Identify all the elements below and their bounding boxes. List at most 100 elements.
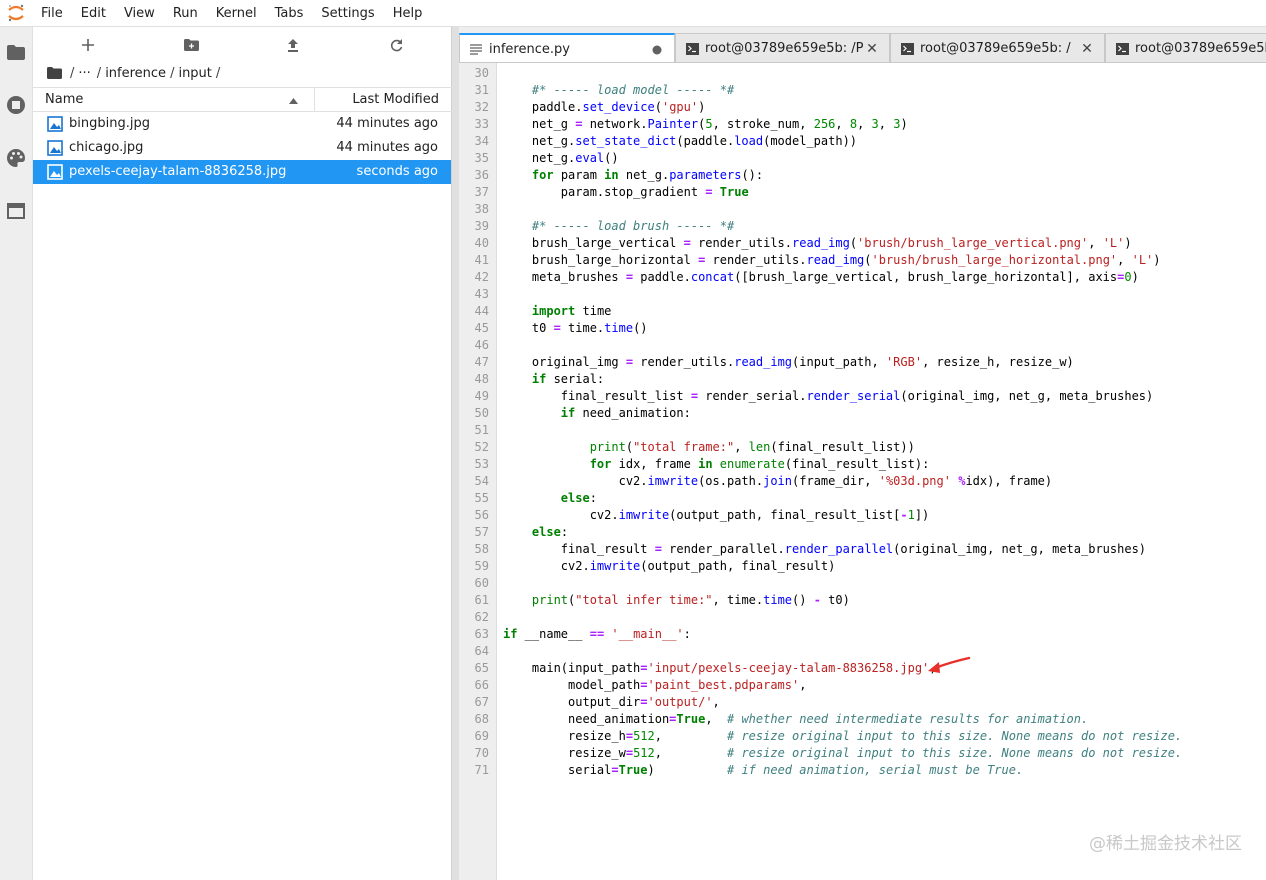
line-number: 40 (474, 236, 489, 250)
sort-ascending-icon[interactable] (289, 93, 298, 108)
code-line[interactable]: 60 (475, 575, 1266, 592)
tab-terminal-paint[interactable]: root@03789e659e5b: /Paint ✕ (675, 33, 890, 62)
breadcrumb-ellipsis[interactable]: ··· (78, 66, 90, 81)
code-line[interactable]: 52 print("total frame:", len(final_resul… (475, 439, 1266, 456)
code-line[interactable]: 54 cv2.imwrite(os.path.join(frame_dir, '… (475, 473, 1266, 490)
code-line[interactable]: 36 for param in net_g.parameters(): (475, 167, 1266, 184)
watermark: @稀土掘金技术社区 (1089, 834, 1242, 854)
upload-icon[interactable] (282, 34, 304, 56)
code-line[interactable]: 59 cv2.imwrite(output_path, final_result… (475, 558, 1266, 575)
code-line[interactable]: 67 output_dir='output/', (475, 694, 1266, 711)
code-line[interactable]: 35 net_g.eval() (475, 150, 1266, 167)
column-header-name[interactable]: Name (45, 92, 83, 107)
code-line[interactable]: 58 final_result = render_parallel.render… (475, 541, 1266, 558)
line-number: 30 (474, 66, 489, 80)
breadcrumb-root[interactable]: / (70, 66, 74, 81)
text-file-icon (469, 43, 483, 57)
line-number: 31 (474, 83, 489, 97)
close-icon[interactable]: ✕ (1078, 40, 1096, 58)
code-line[interactable]: 55 else: (475, 490, 1266, 507)
file-row-chicago[interactable]: chicago.jpg 44 minutes ago (33, 136, 451, 160)
jupyter-logo-icon[interactable] (0, 0, 32, 27)
tab-terminal-root-2[interactable]: root@03789e659e5b: / (1105, 33, 1266, 62)
code-line[interactable]: 49 final_result_list = render_serial.ren… (475, 388, 1266, 405)
tabs-icon[interactable] (5, 200, 27, 222)
column-divider[interactable] (314, 88, 315, 111)
line-number: 45 (474, 321, 489, 335)
line-number: 46 (474, 338, 489, 352)
line-text: original_img = render_utils.read_img(inp… (503, 355, 1074, 369)
code-line[interactable]: 32 paddle.set_device('gpu') (475, 99, 1266, 116)
tab-inference-py[interactable]: inference.py (459, 33, 675, 62)
line-text: for param in net_g.parameters(): (531, 168, 764, 182)
code-line[interactable]: 33 net_g = network.Painter(5, stroke_num… (475, 116, 1266, 133)
code-line[interactable]: 48 if serial: (475, 371, 1266, 388)
menu-view[interactable]: View (115, 0, 164, 27)
code-line[interactable]: 56 cv2.imwrite(output_path, final_result… (475, 507, 1266, 524)
code-line[interactable]: 34 net_g.set_state_dict(paddle.load(mode… (475, 133, 1266, 150)
new-folder-icon[interactable] (180, 34, 202, 56)
code-line[interactable]: 69 resize_h=512, # resize original input… (475, 728, 1266, 745)
image-file-icon (47, 164, 63, 180)
code-line[interactable]: 47 original_img = render_utils.read_img(… (475, 354, 1266, 371)
panel-splitter[interactable] (452, 27, 459, 880)
code-line[interactable]: 41 brush_large_horizontal = render_utils… (475, 252, 1266, 269)
file-row-bingbing[interactable]: bingbing.jpg 44 minutes ago (33, 112, 451, 136)
code-line[interactable]: 45 t0 = time.time() (475, 320, 1266, 337)
line-number: 67 (474, 695, 489, 709)
code-line[interactable]: 61 print("total infer time:", time.time(… (475, 592, 1266, 609)
code-line[interactable]: 50 if need_animation: (475, 405, 1266, 422)
code-line[interactable]: 71 serial=True) # if need animation, ser… (475, 762, 1266, 779)
code-line[interactable]: 42 meta_brushes = paddle.concat([brush_l… (475, 269, 1266, 286)
folder-icon[interactable] (5, 41, 27, 63)
code-line[interactable]: 40 brush_large_vertical = render_utils.r… (475, 235, 1266, 252)
column-header-last-modified[interactable]: Last Modified (352, 92, 439, 107)
code-line[interactable]: 57 else: (475, 524, 1266, 541)
unsaved-dot-icon[interactable] (648, 41, 666, 59)
code-line[interactable]: 53 for idx, frame in enumerate(final_res… (475, 456, 1266, 473)
new-launcher-icon[interactable] (77, 34, 99, 56)
code-line[interactable]: 70 resize_w=512, # resize original input… (475, 745, 1266, 762)
code-line[interactable]: 62 (475, 609, 1266, 626)
menu-file[interactable]: File (32, 0, 72, 27)
code-line[interactable]: 44 import time (475, 303, 1266, 320)
code-line[interactable]: 37 param.stop_gradient = True (475, 184, 1266, 201)
breadcrumb-inference[interactable]: inference (105, 66, 166, 81)
annotation-arrow-icon (928, 656, 971, 673)
code-line[interactable]: 31 #* ----- load model ----- *# (475, 82, 1266, 99)
menu-run[interactable]: Run (164, 0, 207, 27)
code-line[interactable]: 46 (475, 337, 1266, 354)
refresh-icon[interactable] (385, 34, 407, 56)
menu-kernel[interactable]: Kernel (207, 0, 266, 27)
code-line[interactable]: 51 (475, 422, 1266, 439)
line-text: need_animation=True, # whether need inte… (503, 712, 1089, 726)
code-line[interactable]: 39 #* ----- load brush ----- *# (475, 218, 1266, 235)
code-area[interactable]: 30 31 #* ----- load model ----- *# 32 padd… (475, 65, 1266, 779)
line-number: 47 (474, 355, 489, 369)
code-line[interactable]: 64 (475, 643, 1266, 660)
code-line[interactable]: 30 (475, 65, 1266, 82)
line-text: serial=True) # if need animation, serial… (503, 763, 1024, 777)
code-line[interactable]: 38 (475, 201, 1266, 218)
line-number: 69 (474, 729, 489, 743)
line-number: 62 (474, 610, 489, 624)
code-line[interactable]: 43 (475, 286, 1266, 303)
code-editor[interactable]: 30 31 #* ----- load model ----- *# 32 padd… (459, 63, 1266, 880)
line-text: paddle.set_device('gpu') (503, 100, 706, 114)
breadcrumb: / ··· / inference / input / (47, 63, 224, 83)
close-icon[interactable]: ✕ (863, 40, 881, 58)
breadcrumb-input[interactable]: input (178, 66, 211, 81)
menu-tabs[interactable]: Tabs (266, 0, 313, 27)
menu-edit[interactable]: Edit (72, 0, 115, 27)
code-line[interactable]: 66 model_path='paint_best.pdparams', (475, 677, 1266, 694)
file-row-pexels-selected[interactable]: pexels-ceejay-talam-8836258.jpg seconds … (33, 160, 451, 184)
menu-help[interactable]: Help (384, 0, 432, 27)
tab-terminal-root[interactable]: root@03789e659e5b: / ✕ (890, 33, 1105, 62)
code-line[interactable]: 68 need_animation=True, # whether need i… (475, 711, 1266, 728)
code-line[interactable]: 65 main(input_path='input/pexels-ceejay-… (475, 660, 1266, 677)
palette-icon[interactable] (5, 147, 27, 169)
menu-settings[interactable]: Settings (312, 0, 383, 27)
running-icon[interactable] (5, 94, 27, 116)
folder-home-icon[interactable] (47, 67, 62, 79)
code-line[interactable]: 63 if __name__ == '__main__': (475, 626, 1266, 643)
